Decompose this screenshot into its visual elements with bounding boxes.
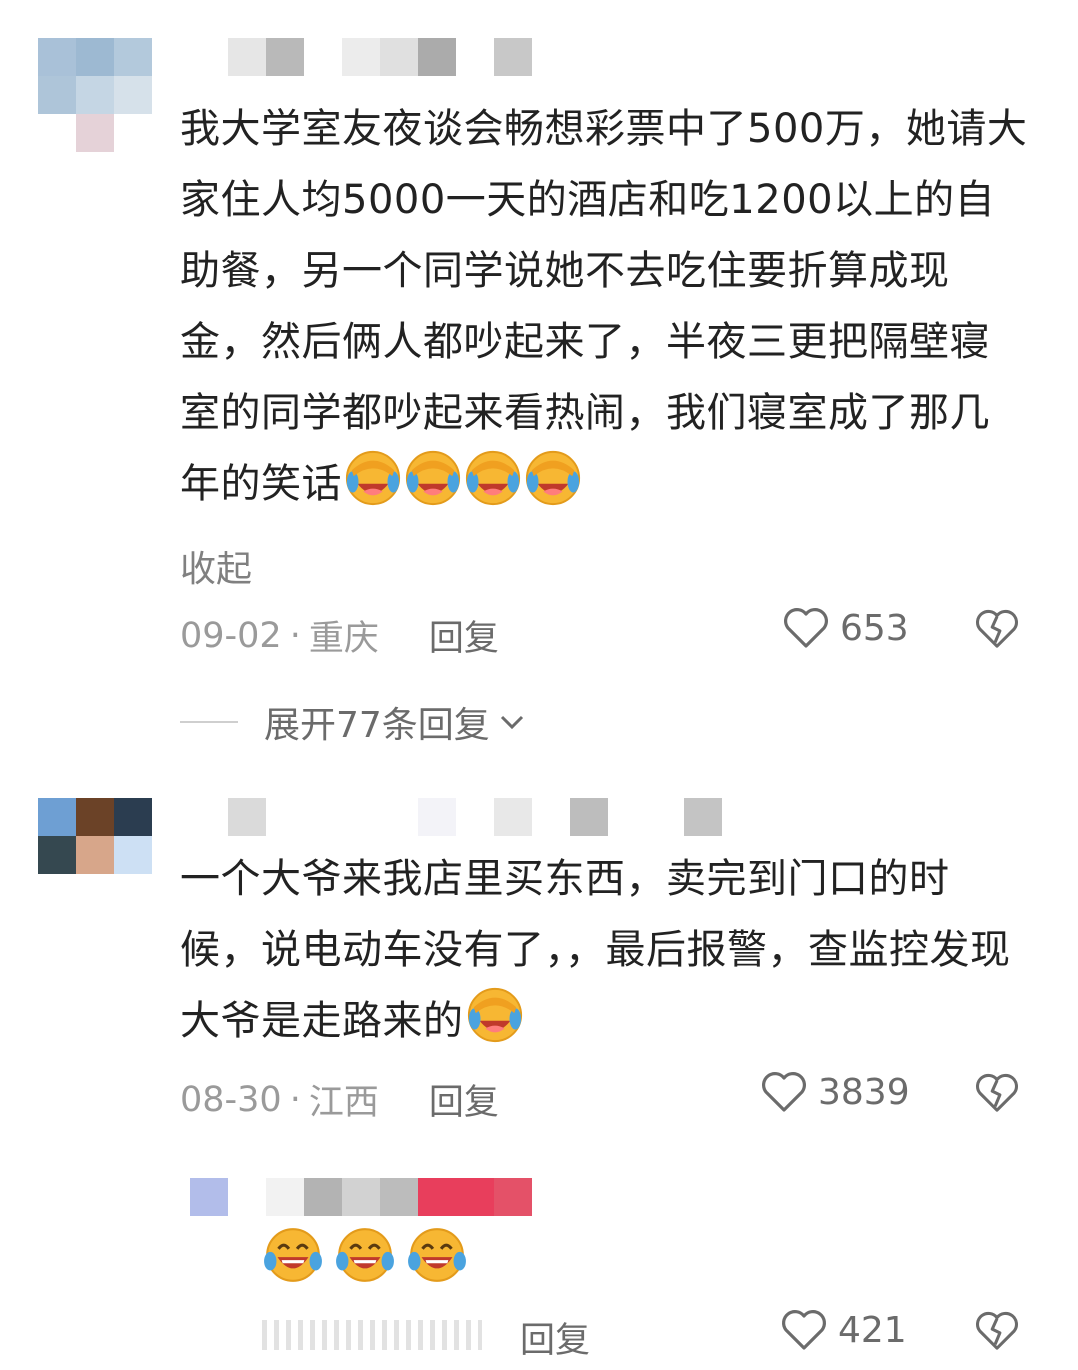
meta-separator: ·	[289, 615, 301, 656]
tears-of-joy-icon	[336, 1228, 394, 1282]
facepalm-laugh-icon	[404, 449, 462, 530]
like-button[interactable]: 3839	[760, 1070, 910, 1114]
heart-icon	[782, 1310, 826, 1350]
like-count: 3839	[818, 1071, 910, 1113]
heart-icon	[784, 608, 828, 648]
reply-meta-blur	[262, 1320, 482, 1350]
comment-meta: 09-02 · 重庆 回复	[180, 610, 499, 661]
facepalm-laugh-icon	[464, 449, 522, 530]
facepalm-laugh-icon	[466, 986, 524, 1067]
dislike-button[interactable]	[974, 1072, 1020, 1118]
comment-text: 一个大爷来我店里买东西，卖完到门口的时候，说电动车没有了，，最后报警，查监控发现…	[180, 844, 1030, 1067]
avatar[interactable]	[38, 38, 152, 152]
divider-line	[180, 721, 238, 723]
comment-date: 09-02	[180, 615, 282, 656]
comment-meta: 08-30 · 江西 回复	[180, 1074, 499, 1125]
username[interactable]	[228, 38, 532, 76]
heart-icon	[762, 1072, 806, 1112]
username[interactable]	[266, 1178, 532, 1216]
reply-button[interactable]: 回复	[429, 610, 499, 661]
like-count: 421	[838, 1309, 907, 1351]
avatar[interactable]	[38, 798, 152, 874]
avatar[interactable]	[190, 1178, 228, 1216]
facepalm-laugh-icon	[524, 449, 582, 530]
comment-item: 一个大爷来我店里买东西，卖完到门口的时候，说电动车没有了，，最后报警，查监控发现…	[0, 760, 1078, 1140]
expand-replies-button[interactable]: 展开77条回复	[180, 696, 526, 748]
reply-button[interactable]: 回复	[429, 1074, 499, 1125]
like-count: 653	[840, 607, 909, 649]
broken-heart-icon	[976, 609, 1018, 648]
comment-item: 我大学室友夜谈会畅想彩票中了500万，她请大家住人均5000一天的酒店和吃120…	[0, 0, 1078, 760]
collapse-link[interactable]: 收起	[180, 540, 252, 592]
comment-text-body: 我大学室友夜谈会畅想彩票中了500万，她请大家住人均5000一天的酒店和吃120…	[180, 106, 1028, 507]
tears-of-joy-icon	[408, 1228, 466, 1282]
broken-heart-icon	[976, 1073, 1018, 1112]
comment-meta: 回复	[520, 1312, 590, 1363]
reply-button[interactable]: 回复	[520, 1312, 590, 1363]
comment-date: 08-30	[180, 1079, 282, 1120]
broken-heart-icon	[976, 1311, 1018, 1350]
username[interactable]	[228, 798, 722, 836]
like-button[interactable]: 653	[782, 606, 909, 650]
like-button[interactable]: 421	[780, 1308, 907, 1352]
dislike-button[interactable]	[974, 608, 1020, 654]
facepalm-laugh-icon	[344, 449, 402, 530]
expand-replies-label: 展开77条回复	[264, 705, 490, 746]
comment-text-body: 一个大爷来我店里买东西，卖完到门口的时候，说电动车没有了，，最后报警，查监控发现…	[180, 856, 1011, 1044]
tears-of-joy-icon	[264, 1228, 322, 1282]
comment-location: 江西	[308, 1083, 379, 1123]
chevron-down-icon	[500, 715, 523, 730]
dislike-button[interactable]	[974, 1310, 1020, 1356]
reply-item: 回复 421	[0, 1140, 1078, 1370]
reply-emoji-row	[262, 1224, 468, 1286]
meta-separator: ·	[289, 1079, 301, 1120]
comment-location: 重庆	[308, 619, 379, 659]
comment-text: 我大学室友夜谈会畅想彩票中了500万，她请大家住人均5000一天的酒店和吃120…	[180, 94, 1030, 530]
